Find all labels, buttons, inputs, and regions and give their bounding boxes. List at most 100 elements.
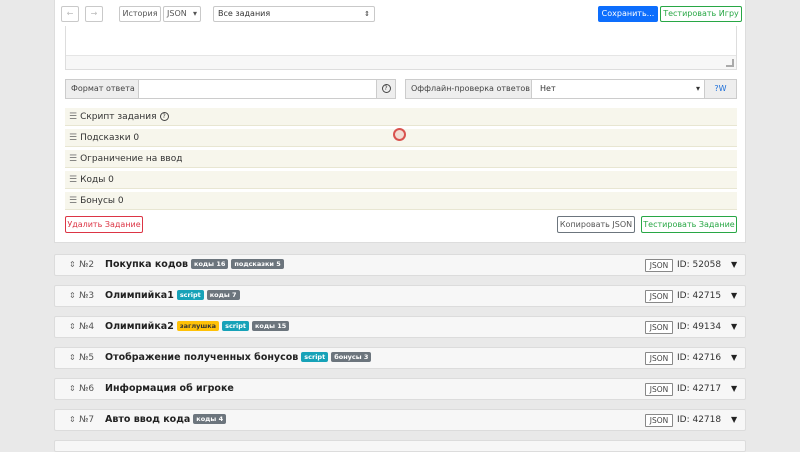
section-label: Подсказки 0 (80, 133, 140, 143)
answer-format-help-icon[interactable]: ? (376, 79, 396, 99)
drag-handle-icon: ☰ (69, 112, 78, 122)
task-title-text: Отображение полученных бонусов (105, 352, 299, 363)
expand-caret-icon[interactable]: ▼ (731, 317, 737, 337)
task-row-partial[interactable] (54, 440, 746, 452)
task-title[interactable]: Авто ввод кода коды 4 (105, 410, 227, 430)
test-game-button[interactable]: Тестировать Игру (660, 6, 742, 22)
expand-caret-icon[interactable]: ▼ (731, 410, 737, 430)
task-row[interactable]: ⇕ №4 Олимпийка2 заглушка script коды 15 JSON ID… (54, 316, 746, 338)
task-json-button[interactable]: JSON (645, 259, 673, 272)
task-filter-select[interactable]: Все задания ⇕ (213, 6, 375, 22)
task-title[interactable]: Олимпийка2 заглушка script коды 15 (105, 317, 290, 337)
task-json-button[interactable]: JSON (645, 414, 673, 427)
undo-button[interactable]: ← (61, 6, 79, 22)
answer-format-input[interactable] (138, 79, 377, 99)
task-badge: коды 16 (191, 259, 229, 269)
offline-check-label: Оффлайн-проверка ответов (405, 79, 532, 99)
history-button[interactable]: История (119, 6, 161, 22)
resize-handle-icon[interactable] (726, 59, 734, 67)
task-filter-value: Все задания (218, 9, 271, 18)
task-number: №3 (79, 291, 95, 301)
offline-check-select[interactable]: Нет ▾ (531, 79, 705, 99)
answer-format-label: Формат ответа (65, 79, 139, 99)
task-badge: коды 4 (193, 414, 227, 424)
expand-caret-icon[interactable]: ▼ (731, 348, 737, 368)
task-title[interactable]: Покупка кодов коды 16 подсказки 5 (105, 255, 284, 275)
task-title-text: Покупка кодов (105, 259, 189, 270)
section-input-restriction[interactable]: ☰ Ограничение на ввод (65, 150, 737, 168)
task-number: №5 (79, 353, 95, 363)
task-id: ID: 42716 (677, 353, 722, 363)
section-label: Коды 0 (80, 175, 114, 185)
json-label: JSON (167, 9, 187, 18)
task-badge: script (301, 352, 329, 362)
task-badge: коды 7 (206, 290, 240, 300)
task-id: ID: 52058 (677, 260, 722, 270)
help-icon[interactable]: ? (159, 112, 169, 121)
mouse-cursor-indicator (393, 128, 406, 141)
select-arrows-icon: ⇕ (364, 10, 370, 18)
task-editor-card: ← → История JSON ▾ Все задания ⇕ Сохрани… (54, 0, 746, 243)
offline-check-value: Нет (540, 84, 556, 93)
task-badge: подсказки 5 (231, 259, 284, 269)
task-badge: бонусы 3 (331, 352, 372, 362)
task-id: ID: 42718 (677, 415, 722, 425)
task-title-text: Олимпийка1 (105, 290, 174, 301)
drag-handle-icon[interactable]: ⇕ (69, 348, 76, 368)
drag-handle-icon[interactable]: ⇕ (69, 255, 76, 275)
section-label: Скрипт задания (80, 112, 157, 122)
json-dropdown-button[interactable]: JSON ▾ (163, 6, 201, 22)
section-codes[interactable]: ☰ Коды 0 (65, 171, 737, 189)
expand-caret-icon[interactable]: ▼ (731, 255, 737, 275)
task-json-button[interactable]: JSON (645, 321, 673, 334)
drag-handle-icon: ☰ (69, 175, 78, 185)
drag-handle-icon[interactable]: ⇕ (69, 286, 76, 306)
task-title-text: Информация об игроке (105, 383, 234, 394)
task-json-button[interactable]: JSON (645, 352, 673, 365)
task-badge: коды 15 (252, 321, 290, 331)
drag-handle-icon: ☰ (69, 133, 78, 143)
section-task-script[interactable]: ☰ Скрипт задания? (65, 108, 737, 126)
drag-handle-icon: ☰ (69, 154, 78, 164)
copy-json-button[interactable]: Копировать JSON (557, 216, 635, 233)
wiki-help-button[interactable]: ?W (704, 79, 737, 99)
save-button[interactable]: Сохранить... (598, 6, 658, 22)
task-text-editor[interactable] (65, 26, 737, 70)
task-json-button[interactable]: JSON (645, 383, 673, 396)
task-row[interactable]: ⇕ №5 Отображение полученных бонусов script б… (54, 347, 746, 369)
expand-caret-icon[interactable]: ▼ (731, 286, 737, 306)
chevron-down-icon: ▾ (695, 84, 700, 93)
editor-toolbar: ← → История JSON ▾ Все задания ⇕ Сохрани… (55, 0, 745, 26)
task-json-button[interactable]: JSON (645, 290, 673, 303)
section-bonuses[interactable]: ☰ Бонусы 0 (65, 192, 737, 210)
task-number: №6 (79, 384, 95, 394)
delete-task-button[interactable]: Удалить Задание (65, 216, 143, 233)
drag-handle-icon: ☰ (69, 196, 78, 206)
test-task-button[interactable]: Тестировать Задание (641, 216, 737, 233)
task-id: ID: 42715 (677, 291, 722, 301)
drag-handle-icon[interactable]: ⇕ (69, 410, 76, 430)
redo-button[interactable]: → (85, 6, 103, 22)
task-number: №7 (79, 415, 95, 425)
task-title-text: Авто ввод кода (105, 414, 191, 425)
task-row[interactable]: ⇕ №7 Авто ввод кода коды 4 JSON ID: 42718 ▼ (54, 409, 746, 431)
task-row[interactable]: ⇕ №6 Информация об игроке JSON ID: 42717 ▼ (54, 378, 746, 400)
task-id: ID: 42717 (677, 384, 722, 394)
task-title[interactable]: Информация об игроке (105, 379, 234, 399)
task-id: ID: 49134 (677, 322, 722, 332)
task-title[interactable]: Отображение полученных бонусов script бону… (105, 348, 372, 368)
task-badge: заглушка (176, 321, 220, 331)
task-title-text: Олимпийка2 (105, 321, 174, 332)
drag-handle-icon[interactable]: ⇕ (69, 317, 76, 337)
task-title[interactable]: Олимпийка1 script коды 7 (105, 286, 240, 306)
task-number: №4 (79, 322, 95, 332)
chevron-down-icon: ▾ (192, 9, 197, 18)
help-icon: ? (381, 84, 391, 93)
task-row[interactable]: ⇕ №3 Олимпийка1 script коды 7 JSON ID: 42715 ▼ (54, 285, 746, 307)
section-label: Ограничение на ввод (80, 154, 183, 164)
drag-handle-icon[interactable]: ⇕ (69, 379, 76, 399)
expand-caret-icon[interactable]: ▼ (731, 379, 737, 399)
task-number: №2 (79, 260, 95, 270)
task-row[interactable]: ⇕ №2 Покупка кодов коды 16 подсказки 5 JSON ID… (54, 254, 746, 276)
section-label: Бонусы 0 (80, 196, 124, 206)
